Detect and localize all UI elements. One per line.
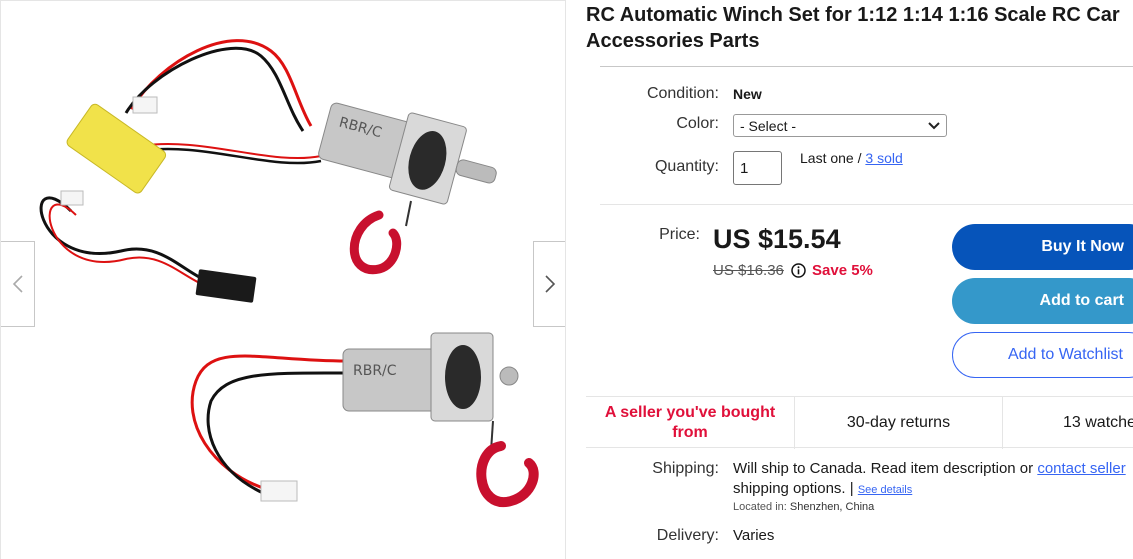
image-gallery: RBR/C RBR/C — [0, 0, 566, 559]
item-title: RC Automatic Winch Set for 1:12 1:14 1:1… — [586, 4, 1120, 52]
price-label: Price: — [659, 226, 700, 243]
availability-text: Last one / — [800, 150, 862, 166]
color-select[interactable]: - Select - — [733, 114, 947, 137]
add-to-watchlist-button[interactable]: Add to Watchlist — [952, 332, 1133, 378]
sold-count-link[interactable]: 3 sold — [865, 150, 902, 166]
gallery-next-button[interactable] — [533, 241, 565, 327]
product-image[interactable]: RBR/C RBR/C — [1, 1, 566, 559]
truncated-text — [733, 553, 1073, 559]
item-info-panel: RC Automatic Winch Set for 1:12 1:14 1:1… — [586, 0, 1133, 559]
delivery-value: Varies — [733, 527, 775, 544]
availability: Last one / 3 sold — [800, 150, 903, 166]
delivery-label: Delivery: — [656, 527, 719, 544]
chevron-left-icon — [12, 275, 23, 293]
current-price: US $15.54 — [713, 224, 841, 254]
trust-badges: A seller you've bought from 30-day retur… — [586, 396, 1133, 449]
condition-label: Condition: — [646, 85, 719, 102]
see-details-link[interactable]: See details — [858, 484, 912, 496]
color-select-value: - Select - — [740, 117, 797, 134]
condition-value: New — [733, 86, 762, 102]
quantity-label: Quantity: — [654, 158, 719, 175]
shipping-details: Will ship to Canada. Read item descripti… — [733, 459, 1133, 500]
chevron-right-icon — [545, 275, 556, 293]
shipping-label: Shipping: — [652, 460, 719, 477]
shipping-text: Will ship to Canada. Read item descripti… — [733, 460, 1034, 477]
save-percent: Save 5% — [812, 262, 873, 279]
color-label: Color: — [676, 115, 719, 132]
watchers-badge: 13 watchers — [1002, 397, 1133, 449]
divider — [600, 66, 1133, 67]
located-label: Located in: — [733, 501, 787, 513]
original-price: US $16.36 — [713, 262, 784, 279]
info-icon[interactable] — [791, 263, 806, 278]
shipping-text-2: shipping options. | — [733, 480, 854, 497]
add-to-cart-button[interactable]: Add to cart — [952, 278, 1133, 324]
divider — [600, 204, 1133, 205]
returns-badge: 30-day returns — [794, 397, 1002, 449]
seller-badge: A seller you've bought from — [604, 404, 776, 441]
buy-it-now-button[interactable]: Buy It Now — [952, 224, 1133, 270]
item-location: Located in: Shenzhen, China — [733, 501, 874, 513]
contact-seller-link[interactable]: contact seller — [1037, 460, 1125, 477]
chevron-down-icon — [928, 121, 940, 129]
quantity-input[interactable]: 1 — [733, 151, 782, 185]
winch-engraving: RBR/C — [353, 363, 397, 379]
gallery-prev-button[interactable] — [1, 241, 35, 327]
located-value: Shenzhen, China — [789, 501, 875, 513]
